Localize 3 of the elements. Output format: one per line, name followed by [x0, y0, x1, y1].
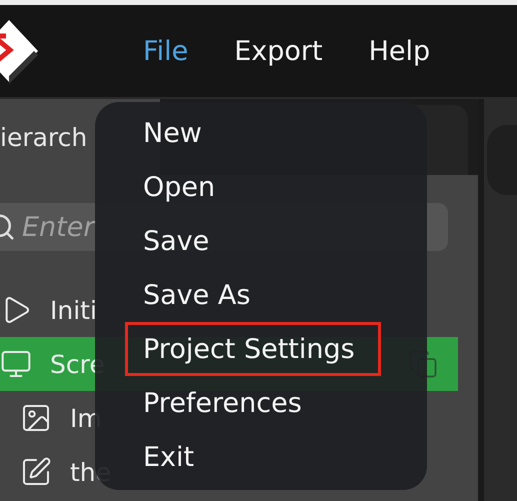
- tree-label: the: [70, 458, 112, 486]
- tree-label: Im: [70, 404, 102, 432]
- tree-label: Initi: [50, 296, 97, 324]
